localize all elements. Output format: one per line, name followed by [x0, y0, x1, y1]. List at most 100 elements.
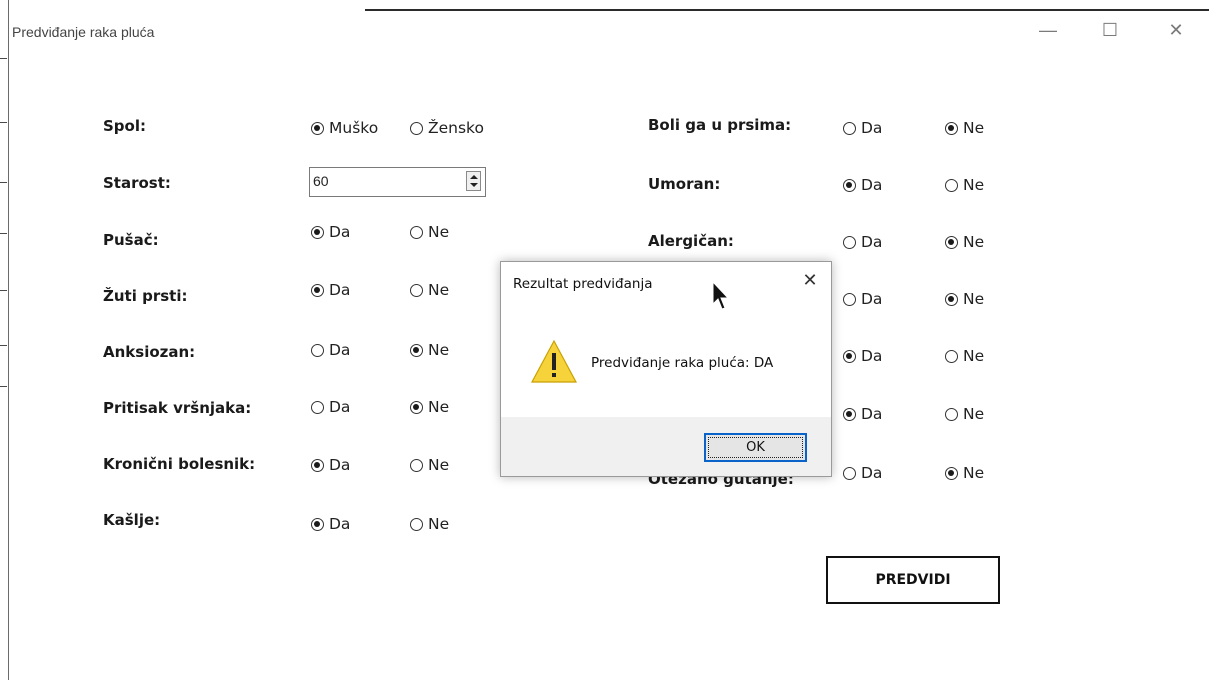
radio-circle	[945, 235, 958, 249]
radio-circle	[311, 283, 324, 297]
radio-kronicni-ne[interactable]: Ne	[410, 456, 449, 474]
radio-kaslje-ne[interactable]: Ne	[410, 515, 449, 533]
radio-circle	[410, 343, 423, 357]
radio-pusac-da[interactable]: Da	[311, 223, 350, 241]
radio-label: Ne	[428, 515, 450, 533]
radio-boli-da[interactable]: Da	[843, 119, 882, 137]
close-button[interactable]: ✕	[1166, 18, 1186, 42]
background-window-edge	[0, 0, 9, 680]
radio-zuti-prsti-da[interactable]: Da	[311, 281, 350, 299]
radio-alergican-da[interactable]: Da	[843, 233, 882, 251]
age-input[interactable]	[309, 167, 486, 197]
label-umoran: Umoran:	[648, 175, 721, 193]
radio-label: Da	[329, 223, 351, 241]
radio-label: Da	[329, 456, 351, 474]
radio-label: Da	[861, 233, 883, 251]
radio-circle	[410, 400, 423, 414]
radio-circle	[311, 458, 324, 472]
background-tick	[0, 290, 7, 291]
radio-spol-musko[interactable]: Muško	[311, 119, 378, 137]
radio-label: Ne	[428, 341, 450, 359]
radio-label: Ne	[963, 464, 985, 482]
radio-zuti-prsti-ne[interactable]: Ne	[410, 281, 449, 299]
label-alergican: Alergičan:	[648, 232, 734, 250]
label-pritisak-vrsnjaka: Pritisak vršnjaka:	[103, 399, 252, 417]
radio-label: Muško	[329, 119, 379, 137]
radio-label: Da	[329, 515, 351, 533]
radio-circle	[410, 517, 423, 531]
label-anksiozan: Anksiozan:	[103, 343, 196, 361]
radio-circle	[945, 121, 958, 135]
radio-label: Ne	[428, 398, 450, 416]
radio-label: Ne	[428, 456, 450, 474]
radio-boli-ne[interactable]: Ne	[945, 119, 984, 137]
ok-button[interactable]: OK	[704, 433, 807, 462]
dialog-message: Predviđanje raka pluća: DA	[591, 355, 774, 371]
radio-gutanje-da[interactable]: Da	[843, 464, 882, 482]
radio-row5-ne[interactable]: Ne	[945, 347, 984, 365]
radio-circle	[843, 466, 856, 480]
radio-row5-da[interactable]: Da	[843, 347, 882, 365]
radio-row6-da[interactable]: Da	[843, 405, 882, 423]
radio-label: Da	[861, 119, 883, 137]
radio-label: Da	[329, 398, 351, 416]
radio-label: Ne	[963, 405, 985, 423]
background-tick	[0, 233, 7, 234]
window-title: Predviđanje raka pluća	[12, 24, 155, 40]
dialog-close-button[interactable]: ✕	[800, 268, 820, 292]
maximize-button[interactable]: ☐	[1100, 18, 1120, 42]
radio-label: Da	[861, 464, 883, 482]
radio-circle	[311, 225, 324, 239]
radio-spol-zensko[interactable]: Žensko	[410, 119, 484, 137]
spin-down-icon[interactable]	[470, 183, 478, 187]
spin-up-icon[interactable]	[470, 175, 478, 179]
radio-circle	[311, 343, 324, 357]
radio-pritisak-da[interactable]: Da	[311, 398, 350, 416]
radio-pusac-ne[interactable]: Ne	[410, 223, 449, 241]
radio-umoran-ne[interactable]: Ne	[945, 176, 984, 194]
label-starost: Starost:	[103, 174, 171, 192]
radio-circle	[410, 121, 423, 135]
radio-anksiozan-ne[interactable]: Ne	[410, 341, 449, 359]
radio-circle	[843, 349, 856, 363]
background-tick	[0, 345, 7, 346]
radio-circle	[945, 466, 958, 480]
mouse-cursor-icon	[712, 280, 730, 310]
radio-label: Da	[861, 347, 883, 365]
warning-icon	[530, 339, 578, 383]
radio-umoran-da[interactable]: Da	[843, 176, 882, 194]
radio-label: Da	[329, 341, 351, 359]
radio-gutanje-ne[interactable]: Ne	[945, 464, 984, 482]
label-kaslje: Kašlje:	[103, 511, 161, 529]
radio-circle	[311, 517, 324, 531]
background-tick	[0, 386, 7, 387]
radio-circle	[843, 292, 856, 306]
radio-circle	[410, 225, 423, 239]
age-spinner[interactable]	[466, 171, 481, 191]
radio-anksiozan-da[interactable]: Da	[311, 341, 350, 359]
radio-label: Žensko	[428, 119, 484, 137]
radio-row4-da[interactable]: Da	[843, 290, 882, 308]
radio-label: Ne	[963, 347, 985, 365]
background-tick	[0, 182, 7, 183]
radio-label: Ne	[428, 223, 450, 241]
radio-circle	[945, 407, 958, 421]
radio-label: Ne	[963, 290, 985, 308]
radio-circle	[843, 235, 856, 249]
radio-label: Da	[861, 290, 883, 308]
background-tick	[0, 58, 7, 59]
radio-kronicni-da[interactable]: Da	[311, 456, 350, 474]
dialog-title: Rezultat predviđanja	[513, 276, 653, 292]
radio-kaslje-da[interactable]: Da	[311, 515, 350, 533]
radio-row4-ne[interactable]: Ne	[945, 290, 984, 308]
radio-circle	[410, 458, 423, 472]
radio-alergican-ne[interactable]: Ne	[945, 233, 984, 251]
radio-label: Ne	[963, 119, 985, 137]
radio-row6-ne[interactable]: Ne	[945, 405, 984, 423]
radio-circle	[311, 121, 324, 135]
predict-button[interactable]: PREDVIDI	[826, 556, 1000, 604]
radio-label: Ne	[428, 281, 450, 299]
minimize-button[interactable]: —	[1038, 18, 1058, 42]
radio-pritisak-ne[interactable]: Ne	[410, 398, 449, 416]
label-spol: Spol:	[103, 117, 146, 135]
